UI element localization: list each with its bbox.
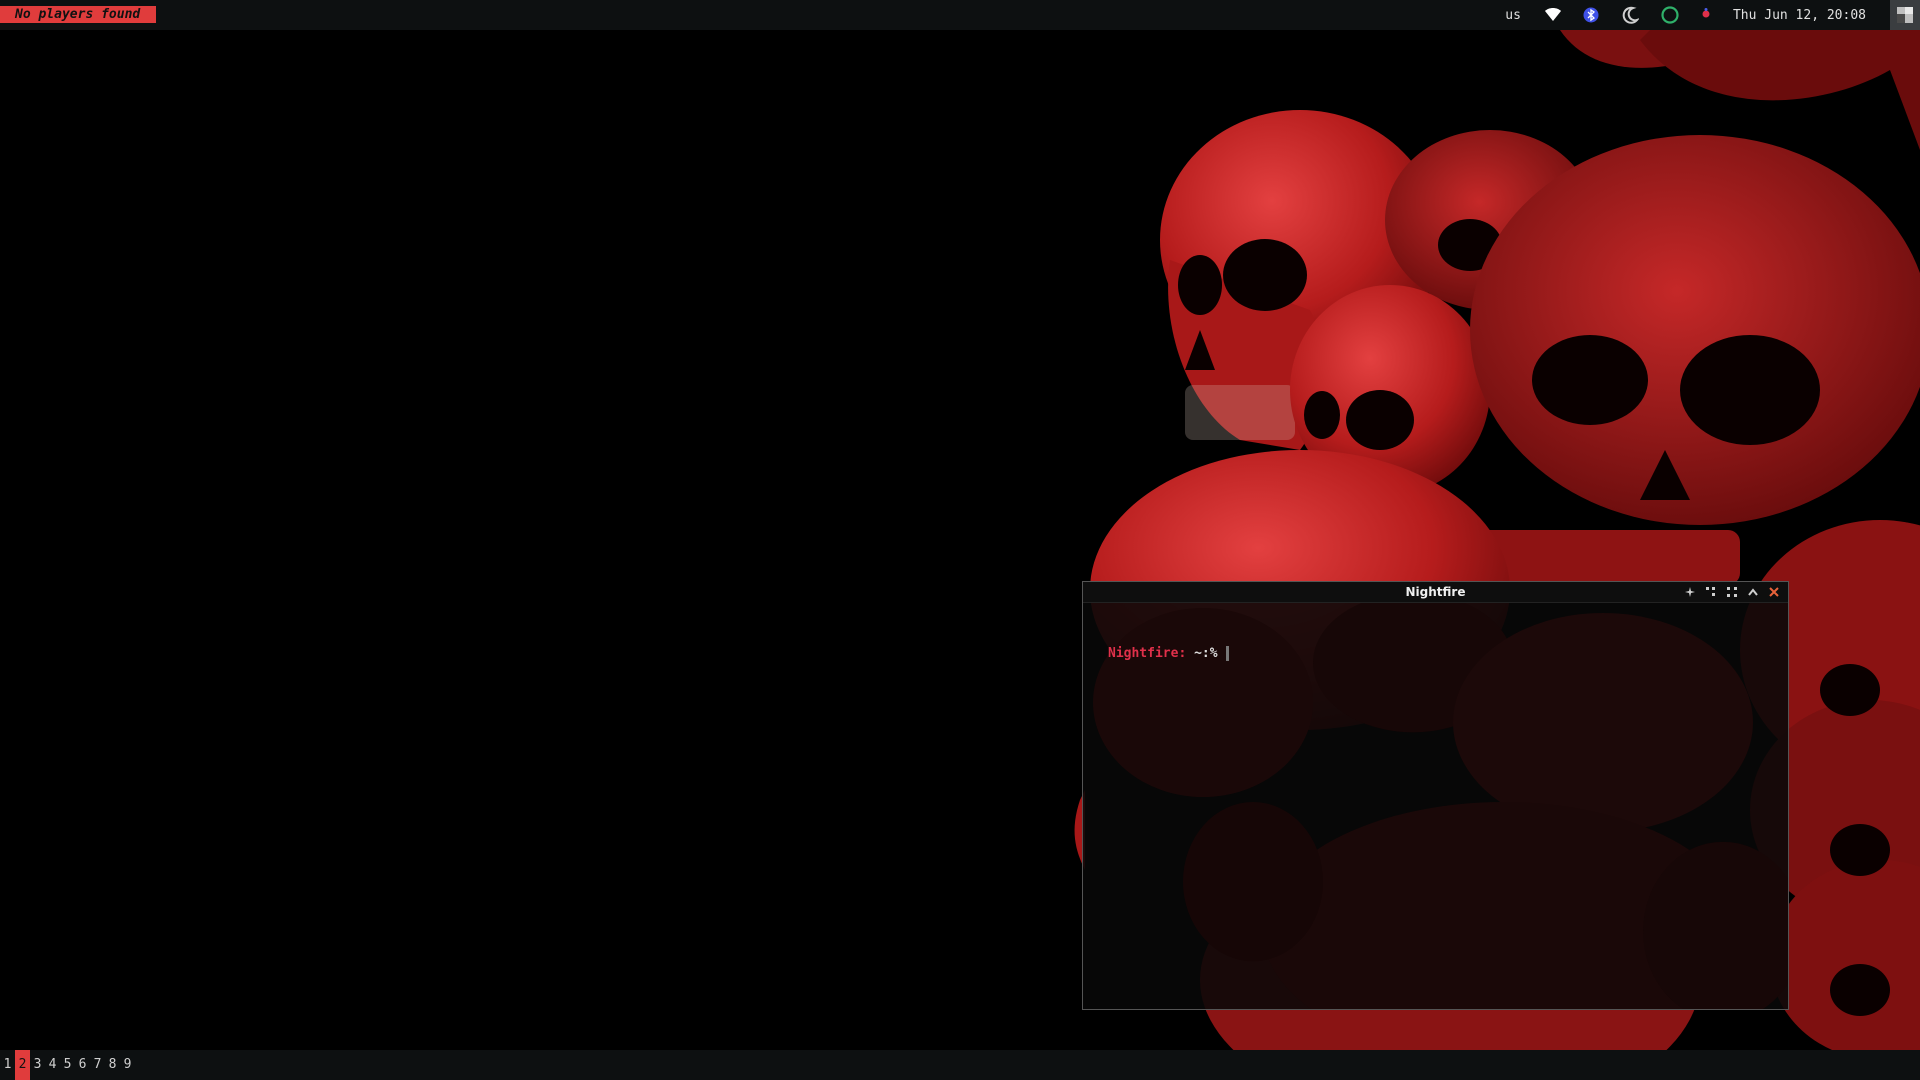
terminal-background-art (1093, 603, 1788, 1009)
prompt-hostname: Nightfire: (1108, 646, 1187, 661)
maximize-icon[interactable] (1721, 584, 1742, 600)
bluetooth-icon[interactable] (1583, 7, 1599, 23)
system-tray: us Thu Jun 12, 20:08 (1505, 0, 1920, 30)
top-bar: No players found us Thu Jun 12, 20:08 (0, 0, 1920, 30)
terminal-window[interactable]: Nightfire Nightfire: ~:% (1082, 581, 1789, 1010)
workspace-3[interactable]: 3 (30, 1050, 45, 1080)
notification-dot-icon[interactable] (1701, 8, 1711, 22)
workspace-1[interactable]: 1 (0, 1050, 15, 1080)
keyboard-layout-indicator[interactable]: us (1505, 8, 1521, 23)
workspace-4[interactable]: 4 (45, 1050, 60, 1080)
workspace-2[interactable]: 2 (15, 1050, 30, 1080)
minimize-icon[interactable] (1742, 584, 1763, 600)
pin-icon[interactable] (1679, 584, 1700, 600)
workspace-switcher: 1 2 3 4 5 6 7 8 9 (0, 1050, 135, 1080)
wifi-icon[interactable] (1544, 8, 1561, 22)
clock[interactable]: Thu Jun 12, 20:08 (1733, 8, 1866, 23)
workspace-6[interactable]: 6 (75, 1050, 90, 1080)
night-light-icon[interactable] (1621, 6, 1639, 24)
prompt-path: ~:% (1186, 646, 1218, 661)
text-cursor (1225, 646, 1229, 661)
power-ring-icon[interactable] (1661, 6, 1679, 24)
shell-prompt[interactable]: Nightfire: ~:% (1108, 646, 1229, 661)
bottom-bar: 1 2 3 4 5 6 7 8 9 (0, 1050, 1920, 1080)
shrink-icon[interactable] (1700, 584, 1721, 600)
close-icon[interactable] (1763, 584, 1784, 600)
terminal-titlebar[interactable]: Nightfire (1083, 582, 1788, 603)
workspace-8[interactable]: 8 (105, 1050, 120, 1080)
layout-switcher-icon[interactable] (1890, 0, 1920, 30)
workspace-9[interactable]: 9 (120, 1050, 135, 1080)
workspace-7[interactable]: 7 (90, 1050, 105, 1080)
window-controls (1679, 584, 1784, 600)
media-status-label[interactable]: No players found (0, 6, 157, 23)
workspace-5[interactable]: 5 (60, 1050, 75, 1080)
terminal-body[interactable]: Nightfire: ~:% (1083, 603, 1788, 1009)
